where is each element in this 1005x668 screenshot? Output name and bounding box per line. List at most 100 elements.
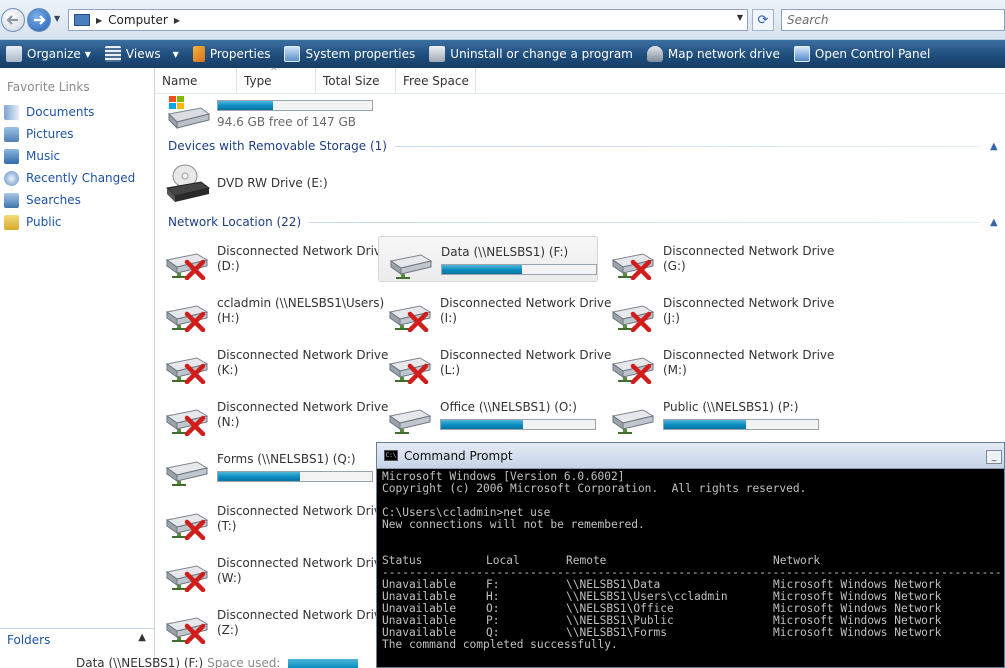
disconnected-network-drive-icon <box>165 565 209 592</box>
documents-icon <box>4 104 19 120</box>
system-properties-button[interactable]: System properties <box>284 46 415 62</box>
network-drive-item[interactable]: Disconnected Network Drive (K:) <box>155 340 388 386</box>
drive-name: Disconnected Network Drive <box>217 608 389 622</box>
sidebar-item-label: Searches <box>26 193 81 207</box>
usage-fill <box>441 420 523 429</box>
console-line: Copyright (c) 2006 Microsoft Corporation… <box>382 482 807 495</box>
drive-letter: (J:) <box>663 311 680 325</box>
drive-usage-bar <box>441 264 597 275</box>
open-control-panel-label: Open Control Panel <box>814 47 931 61</box>
map-network-drive-button[interactable]: Map network drive <box>646 46 780 62</box>
command-prompt-titlebar[interactable]: C:\ Command Prompt _ <box>377 443 1004 469</box>
breadcrumb-computer[interactable]: Computer <box>108 13 168 27</box>
address-dropdown-icon[interactable]: ▼ <box>737 13 743 22</box>
collapse-icon[interactable]: ▲ <box>990 217 1002 228</box>
drive-letter: (T:) <box>217 519 237 533</box>
column-header-name[interactable]: Name <box>155 68 237 94</box>
group-header-network[interactable]: Network Location (22) ▲ <box>168 215 1002 229</box>
network-drive-item[interactable]: Disconnected Network Drive (N:) <box>155 392 388 438</box>
drive-name: Disconnected Network Drive <box>217 348 389 362</box>
drive-name: Disconnected Network Drive <box>440 296 612 310</box>
address-bar-region: ▼ ▶ Computer ▶ ▼ ⟳ Search <box>0 0 1005 40</box>
console-cell: Microsoft Windows Network <box>773 626 942 639</box>
network-drive-item[interactable]: Disconnected Network Drive (W:) <box>155 548 388 594</box>
sidebar-item-documents[interactable]: Documents <box>4 103 94 121</box>
drive-name: Disconnected Network Drive <box>217 556 389 570</box>
network-drive-item[interactable]: Disconnected Network Drive (Z:) <box>155 600 388 646</box>
open-control-panel-button[interactable]: Open Control Panel <box>793 46 931 62</box>
network-drive-icon <box>646 46 663 62</box>
usage-fill <box>664 420 746 429</box>
disconnected-network-drive-icon <box>388 305 432 332</box>
console-column-header: Remote <box>566 554 607 567</box>
sidebar-item-label: Public <box>26 215 62 229</box>
search-input[interactable]: Search <box>781 9 1005 31</box>
console-output[interactable]: Microsoft Windows [Version 6.0.6002] Copy… <box>382 471 1002 651</box>
command-prompt-window[interactable]: C:\ Command Prompt _ Microsoft Windows [… <box>376 442 1005 668</box>
folders-toggle[interactable]: Folders ▲ <box>0 628 154 650</box>
network-drive-item[interactable]: Data (\\NELSBS1) (F:) <box>378 236 598 282</box>
column-label: Free Space <box>403 74 469 88</box>
sidebar-item-public[interactable]: Public <box>4 213 62 231</box>
sidebar-item-music[interactable]: Music <box>4 147 60 165</box>
network-drive-item[interactable]: Forms (\\NELSBS1) (Q:) <box>155 444 375 490</box>
breadcrumb-arrow-icon[interactable]: ▶ <box>174 16 180 25</box>
column-header-free-space[interactable]: Free Space <box>396 68 476 94</box>
drive-name: Disconnected Network Drive <box>217 244 389 258</box>
drive-name: Forms (\\NELSBS1) (Q:) <box>217 452 356 466</box>
back-button[interactable] <box>1 8 25 32</box>
breadcrumb-arrow-icon[interactable]: ▶ <box>96 16 102 25</box>
network-drive-item[interactable]: Disconnected Network Drive (L:) <box>378 340 611 386</box>
system-properties-icon <box>284 46 301 62</box>
drive-letter: (L:) <box>440 363 461 377</box>
group-header-removable[interactable]: Devices with Removable Storage (1) ▲ <box>168 139 1002 153</box>
network-drive-item[interactable]: Disconnected Network Drive (I:) <box>378 288 611 334</box>
network-drive-item[interactable]: ccladmin (\\NELSBS1\Users) (H:) <box>155 288 384 334</box>
sidebar-item-pictures[interactable]: Pictures <box>4 125 74 143</box>
network-drive-item[interactable]: Disconnected Network Drive (G:) <box>601 236 834 282</box>
properties-button[interactable]: Properties <box>192 46 271 62</box>
network-drive-item[interactable]: Public (\\NELSBS1) (P:) <box>601 392 821 438</box>
sidebar-item-searches[interactable]: Searches <box>4 191 81 209</box>
network-drive-icon <box>165 461 209 486</box>
console-column-header: Network <box>773 554 821 567</box>
drive-letter: (K:) <box>217 363 239 377</box>
sidebar-item-label: Music <box>26 149 61 163</box>
drive-name: Disconnected Network Drive <box>663 348 835 362</box>
local-disk-item[interactable]: 94.6 GB free of 147 GB <box>155 94 415 134</box>
views-label: Views <box>125 47 161 61</box>
drive-usage-bar <box>440 419 596 430</box>
column-header-total-size[interactable]: Total Size <box>316 68 396 94</box>
system-properties-label: System properties <box>305 47 416 61</box>
network-drive-item[interactable]: Disconnected Network Drive (D:) <box>155 236 388 282</box>
uninstall-program-button[interactable]: Uninstall or change a program <box>429 46 633 62</box>
network-drive-item[interactable]: Office (\\NELSBS1) (O:) <box>378 392 598 438</box>
drive-name: Office (\\NELSBS1) (O:) <box>440 400 577 414</box>
back-arrow-icon <box>6 15 18 25</box>
drive-name: Data (\\NELSBS1) (F:) <box>441 245 569 259</box>
minimize-button[interactable]: _ <box>986 450 1002 464</box>
network-drive-item[interactable]: Disconnected Network Drive (J:) <box>601 288 834 334</box>
sidebar-item-label: Documents <box>26 105 95 119</box>
drive-name: ccladmin (\\NELSBS1\Users) <box>217 296 385 310</box>
drive-name: Disconnected Network Drive <box>217 400 389 414</box>
organize-button[interactable]: Organize ▼ <box>6 46 91 62</box>
collapse-icon[interactable]: ▲ <box>990 141 1002 152</box>
console-line: The command completed successfully. <box>382 638 618 651</box>
refresh-button[interactable]: ⟳ <box>752 9 774 31</box>
dvd-drive-item[interactable]: DVD RW Drive (E:) <box>155 160 395 206</box>
forward-button[interactable] <box>27 8 51 32</box>
console-line: New connections will not be remembered. <box>382 518 645 531</box>
drive-name: Disconnected Network Drive <box>663 296 835 310</box>
properties-label: Properties <box>209 47 271 61</box>
address-input[interactable]: ▶ Computer ▶ ▼ <box>68 9 748 31</box>
usage-fill <box>442 265 523 274</box>
network-drive-item[interactable]: Disconnected Network Drive (T:) <box>155 496 388 542</box>
network-drive-item[interactable]: Disconnected Network Drive (M:) <box>601 340 834 386</box>
column-headers: Name Type ^ Total Size Free Space <box>155 67 1005 94</box>
history-dropdown-icon[interactable]: ▼ <box>54 14 64 24</box>
sidebar-item-recently-changed[interactable]: Recently Changed <box>4 169 135 187</box>
views-button[interactable]: Views ▼ <box>104 46 179 62</box>
sort-ascending-icon: ^ <box>270 67 278 77</box>
disconnected-network-drive-icon <box>165 617 209 644</box>
